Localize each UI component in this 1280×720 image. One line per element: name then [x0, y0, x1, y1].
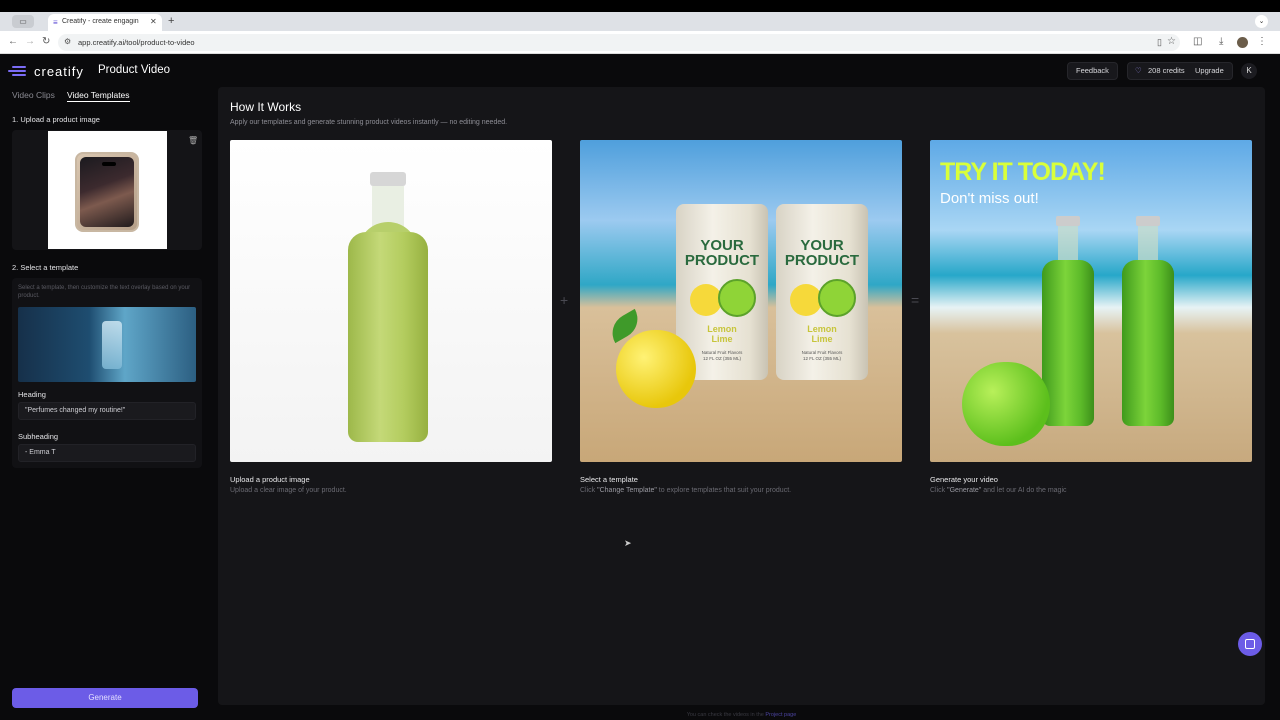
section-title: How It Works	[230, 100, 302, 114]
can-fine-line1: Natural Fruit Flavors	[701, 350, 743, 355]
feedback-button[interactable]: Feedback	[1067, 62, 1118, 80]
heading-input[interactable]: "Perfumes changed my routine!"	[18, 402, 196, 420]
tab-list-chevron-icon[interactable]: ⌄	[1255, 15, 1268, 28]
green-bottle-1	[1042, 216, 1094, 426]
step-template-label: 2. Select a template	[12, 263, 79, 272]
reload-icon[interactable]: ↻	[42, 36, 50, 47]
extensions-icon[interactable]: ◫	[1193, 36, 1202, 47]
upgrade-button[interactable]: Upgrade	[1195, 63, 1224, 79]
subheading-input[interactable]: - Emma T	[18, 444, 196, 462]
browser-tab-strip: ▭ ≡ Creatify - create engagin ✕ + ⌄	[0, 12, 1280, 31]
tab-video-clips[interactable]: Video Clips	[12, 90, 55, 100]
upload-dropzone[interactable]: 🗑	[12, 130, 202, 250]
brand-name: creatify	[34, 64, 84, 79]
step-3-title: Generate your video	[930, 475, 998, 484]
browser-address-bar: ← → ↻ ⚙ app.creatify.ai/tool/product-to-…	[0, 31, 1280, 54]
download-icon[interactable]: ⤓	[1219, 36, 1223, 47]
chat-support-button[interactable]	[1238, 632, 1262, 656]
can-label-line2: PRODUCT	[784, 252, 860, 269]
profile-avatar[interactable]	[1237, 37, 1248, 48]
brand-logo[interactable]: creatify	[8, 64, 84, 79]
new-tab-icon[interactable]: +	[168, 15, 174, 27]
forward-icon[interactable]: →	[25, 36, 35, 47]
selected-template-thumbnail[interactable]	[18, 307, 196, 382]
example-product-image	[230, 140, 552, 462]
site-info-icon[interactable]: ⚙	[64, 37, 71, 46]
step-1-title: Upload a product image	[230, 475, 310, 484]
section-subtitle: Apply our templates and generate stunnin…	[230, 119, 508, 126]
step-3-desc: Click "Generate" and let our AI do the m…	[930, 487, 1067, 494]
step-2-desc: Click "Change Template" to explore templ…	[580, 487, 792, 494]
creatify-favicon-icon: ≡	[53, 18, 58, 27]
os-top-bar	[0, 0, 1280, 12]
uploaded-product-image	[48, 131, 167, 249]
how-it-works-panel: How It Works Apply our templates and gen…	[218, 87, 1265, 705]
generate-button[interactable]: Generate	[12, 688, 198, 708]
can-flavor-line1: Lemon	[807, 324, 837, 334]
phone-product-icon	[75, 152, 139, 232]
project-page-link[interactable]: Project page	[765, 712, 796, 718]
creatify-logo-icon	[8, 65, 28, 78]
can-flavor-line1: Lemon	[707, 324, 737, 334]
step-upload-label: 1. Upload a product image	[12, 115, 100, 124]
can-fine-line2: 12 FL OZ (355 ML)	[702, 356, 742, 361]
can-fine-line2: 12 FL OZ (355 ML)	[802, 356, 842, 361]
template-panel: Select a template, then customize the te…	[12, 278, 202, 468]
delete-image-icon[interactable]: 🗑	[188, 136, 198, 145]
tab-video-templates[interactable]: Video Templates	[67, 90, 130, 102]
app-root: creatify Product Video Feedback ♡ 208 cr…	[0, 55, 1280, 720]
step-2-title: Select a template	[580, 475, 638, 484]
plus-icon: +	[560, 292, 569, 308]
can-label-line2: PRODUCT	[684, 252, 760, 269]
credits-count: 208 credits	[1148, 66, 1185, 75]
browser-menu-icon[interactable]: ⋮	[1257, 36, 1267, 47]
back-icon[interactable]: ←	[8, 36, 18, 47]
heart-icon: ♡	[1135, 66, 1142, 75]
footer-note: You can check the videos in the Project …	[686, 712, 797, 718]
result-subheading: Don't miss out!	[940, 190, 1039, 207]
tab-title: Creatify - create engagin	[62, 18, 139, 25]
can-flavor-line2: Lime	[711, 334, 733, 344]
sidebar: Video Clips Video Templates 1. Upload a …	[0, 87, 210, 720]
template-hint: Select a template, then customize the te…	[18, 285, 191, 299]
can-fine-line1: Natural Fruit Flavors	[801, 350, 843, 355]
bookmark-star-icon[interactable]: ☆	[1167, 36, 1176, 47]
result-heading: TRY IT TODAY!	[940, 158, 1106, 186]
equals-icon: =	[911, 292, 920, 308]
url-field[interactable]: ⚙ app.creatify.ai/tool/product-to-video …	[58, 34, 1180, 51]
chat-icon	[1245, 639, 1255, 649]
page-icon[interactable]: ▯	[1157, 37, 1162, 48]
green-apple-image	[962, 362, 1050, 446]
juice-bottle-image	[348, 172, 428, 442]
mouse-cursor-icon: ➤	[624, 538, 632, 548]
lemon-image	[616, 330, 696, 408]
green-bottle-2	[1122, 216, 1174, 426]
credits-badge[interactable]: ♡ 208 credits Upgrade	[1127, 62, 1233, 80]
tab-close-icon[interactable]: ✕	[150, 17, 157, 26]
url-text: app.creatify.ai/tool/product-to-video	[78, 38, 195, 47]
product-can-2: YOUR PRODUCT Lemon Lime Natural Fruit Flav…	[776, 204, 868, 380]
example-result-image: TRY IT TODAY! Don't miss out!	[930, 140, 1252, 462]
tab-search-icon[interactable]: ▭	[12, 15, 34, 28]
can-flavor-line2: Lime	[811, 334, 833, 344]
subheading-label: Subheading	[18, 432, 59, 441]
example-template-image: YOUR PRODUCT Lemon Lime Natural Fruit Flav…	[580, 140, 902, 462]
browser-tab[interactable]: ≡ Creatify - create engagin ✕	[48, 14, 162, 31]
perfume-bottle-image	[102, 321, 122, 369]
step-1-desc: Upload a clear image of your product.	[230, 487, 347, 494]
user-avatar[interactable]: K	[1241, 63, 1257, 79]
page-title: Product Video	[98, 64, 171, 76]
heading-label: Heading	[18, 390, 46, 399]
